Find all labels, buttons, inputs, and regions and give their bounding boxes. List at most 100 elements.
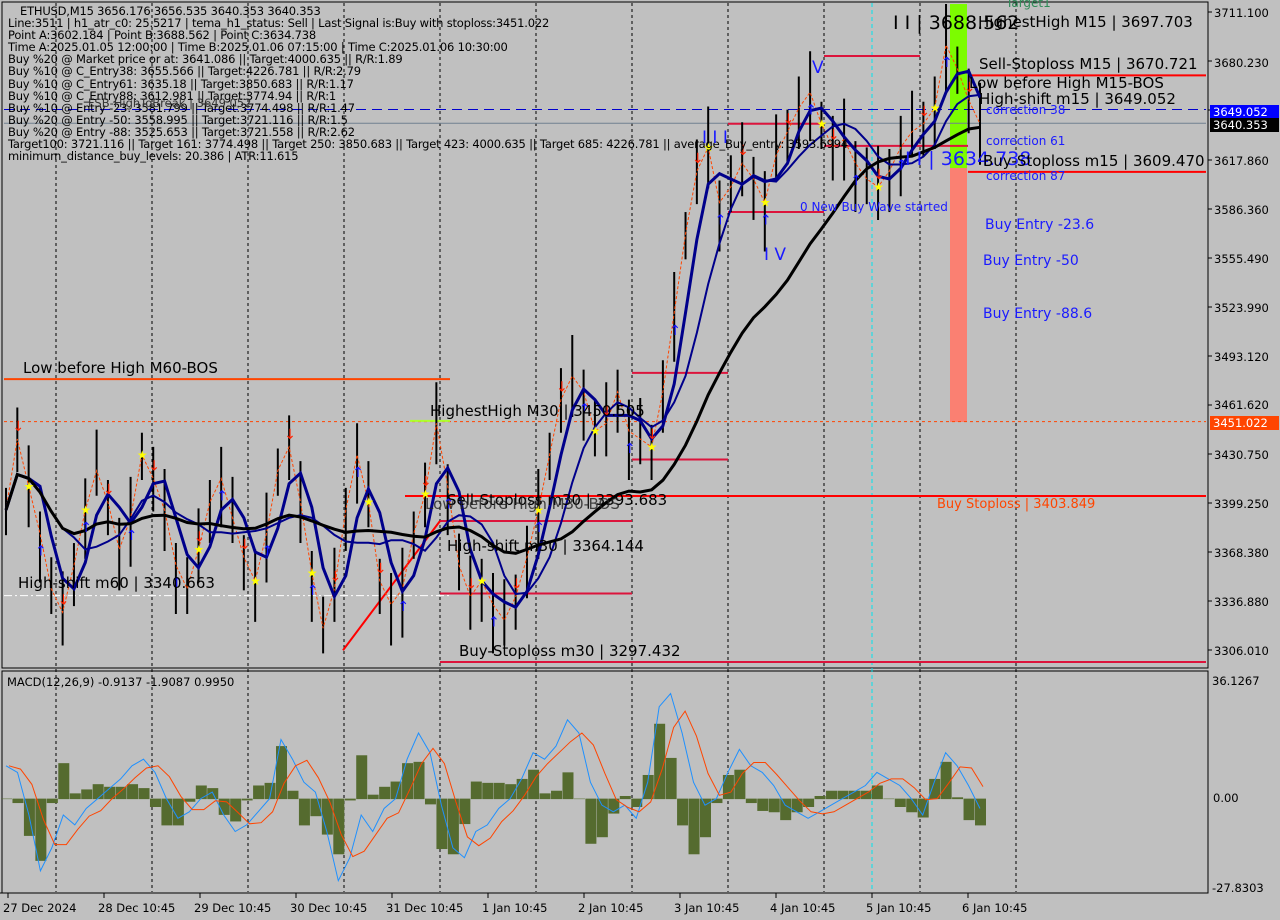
level-highesthigh-m30: HighestHigh M30 | 3450.505: [430, 402, 645, 420]
macd-histogram-bar: [149, 798, 161, 808]
macd-histogram-bar: [562, 772, 574, 800]
macd-histogram-bar: [528, 769, 540, 800]
overlay-fsb-label: FSB-HighToBreak | 3649.052: [88, 96, 252, 110]
x-axis-label: 31 Dec 10:45: [386, 901, 464, 915]
macd-axis-zero: 0.00: [1213, 791, 1239, 805]
macd-histogram-bar: [241, 798, 253, 801]
sell-arrow-icon: ↓: [918, 104, 930, 120]
buy-arrow-icon: ↑: [624, 441, 636, 457]
macd-histogram-bar: [722, 774, 734, 800]
macd-histogram-bar: [551, 790, 563, 800]
macd-histogram-bar: [883, 798, 895, 800]
sell-arrow-icon: ↓: [284, 427, 296, 443]
y-axis-label: 3430.750: [1214, 448, 1269, 462]
macd-histogram-bar: [952, 797, 964, 800]
macd-histogram-bar: [424, 798, 436, 805]
correction-61-label: correction 61: [986, 134, 1066, 148]
buy-arrow-icon: ↑: [669, 323, 681, 339]
level-high-shift-m60: High-shift m60 | 3340.663: [18, 574, 215, 592]
wave-label-iii: I I I: [702, 128, 728, 148]
macd-histogram-bar: [321, 798, 333, 835]
macd-histogram-bar: [413, 761, 425, 800]
macd-histogram-bar: [665, 757, 677, 800]
macd-histogram-bar: [619, 795, 631, 800]
y-axis-label: 3617.860: [1214, 154, 1269, 168]
macd-histogram-bar: [253, 785, 265, 800]
macd-histogram-bar: [780, 798, 792, 821]
target1-label: Target1: [1006, 0, 1051, 10]
macd-histogram-bar: [677, 798, 689, 826]
price-tag-stoploss: 3451.022: [1210, 416, 1279, 430]
macd-histogram-bar: [470, 781, 482, 800]
info-line: Buy %10 @ C_Entry38: 3655.566 || Target:…: [8, 64, 361, 79]
macd-histogram-bar: [539, 793, 551, 800]
macd-histogram-bar: [58, 763, 70, 800]
macd-histogram-bar: [344, 798, 356, 801]
sell-arrow-icon: ↓: [58, 592, 70, 608]
y-axis-label: 3586.360: [1214, 203, 1269, 217]
macd-histogram-bar: [46, 798, 58, 804]
macd-histogram-bar: [688, 798, 700, 855]
buy-stoploss-label: Buy Stoploss | 3403.849: [937, 497, 1096, 512]
star-icon: ★: [590, 424, 601, 438]
macd-histogram-bar: [1, 798, 12, 800]
sell-arrow-icon: ↓: [239, 537, 251, 553]
x-axis-label: 30 Dec 10:45: [290, 901, 368, 915]
x-axis-label: 28 Dec 10:45: [98, 901, 176, 915]
macd-axis-max: 36.1267: [1212, 674, 1260, 688]
x-axis-label: 27 Dec 2024: [3, 901, 77, 915]
macd-pane-frame: [1, 670, 1209, 894]
level-buy-stoploss-m30: Buy-Stoploss m30 | 3297.432: [459, 642, 681, 660]
sell-arrow-icon: ↓: [556, 380, 568, 396]
macd-histogram-bar: [745, 798, 757, 804]
macd-histogram-bar: [826, 790, 838, 800]
buy-arrow-icon: ↑: [35, 544, 47, 560]
star-icon: ★: [250, 574, 261, 588]
level-sell-stoploss-m15: Sell-Stoploss M15 | 3670.721: [979, 55, 1198, 73]
buy-entry-23-label: Buy Entry -23.6: [985, 217, 1095, 233]
x-axis-label: 3 Jan 10:45: [674, 901, 740, 915]
sell-arrow-icon: ↓: [103, 482, 115, 498]
price-tag-current-price: 3640.353: [1210, 118, 1279, 132]
macd-histogram-bar: [585, 798, 597, 844]
macd-histogram-bar: [356, 755, 368, 800]
buy-arrow-icon: ↑: [760, 213, 772, 229]
star-icon: ★: [760, 196, 771, 210]
macd-histogram-bar: [127, 784, 139, 800]
y-axis-label: 3555.490: [1214, 252, 1269, 266]
buy-arrow-icon: ↑: [352, 465, 364, 481]
macd-histogram-bar: [161, 798, 173, 826]
macd-histogram-bar: [276, 746, 288, 800]
y-axis-label: 3523.990: [1214, 301, 1269, 315]
sell-arrow-icon: ↓: [329, 569, 341, 585]
new-buy-wave-label: 0 New Buy Wave started: [800, 200, 948, 214]
macd-histogram-bar: [367, 794, 379, 800]
star-icon: ★: [80, 503, 91, 517]
wave-label-v: V: [812, 58, 824, 78]
x-axis-label: 1 Jan 10:45: [482, 901, 548, 915]
info-line: Buy %10 @ C_Entry61: 3635.18 || Target:3…: [8, 76, 354, 91]
level-high-shift-m30: High-shift m30 | 3364.144: [447, 537, 644, 555]
macd-histogram-bar: [92, 784, 104, 800]
buy-arrow-icon: ↑: [805, 102, 817, 118]
y-axis-label: 3306.010: [1214, 644, 1269, 658]
macd-title: MACD(12,26,9) -0.9137 -1.9087 0.9950: [7, 675, 235, 689]
macd-histogram-bar: [12, 798, 24, 804]
macd-histogram-bar: [573, 798, 585, 800]
level-buy-stoploss-m15: Buy-Stoploss m15 | 3609.470: [983, 152, 1205, 170]
sell-arrow-icon: ↓: [782, 112, 794, 128]
macd-histogram-bar: [184, 798, 196, 802]
wave-label-iv: I V: [764, 245, 787, 265]
macd-histogram-bar: [115, 786, 127, 800]
star-icon: ★: [647, 440, 658, 454]
macd-histogram-bar: [757, 798, 769, 811]
macd-histogram-bar: [871, 785, 883, 800]
buy-arrow-icon: ↑: [126, 528, 138, 544]
macd-histogram-bar: [287, 790, 299, 800]
level-low-before-high-m30: Low before High M30-BOS: [425, 495, 620, 513]
sell-arrow-icon: ↓: [465, 577, 477, 593]
sell-arrow-icon: ↓: [511, 577, 523, 593]
buy-arrow-icon: ↑: [397, 599, 409, 615]
fib-zone-salmon: [950, 168, 967, 422]
level-highesthigh-m15: HighestHigh M15 | 3697.703: [978, 13, 1193, 31]
